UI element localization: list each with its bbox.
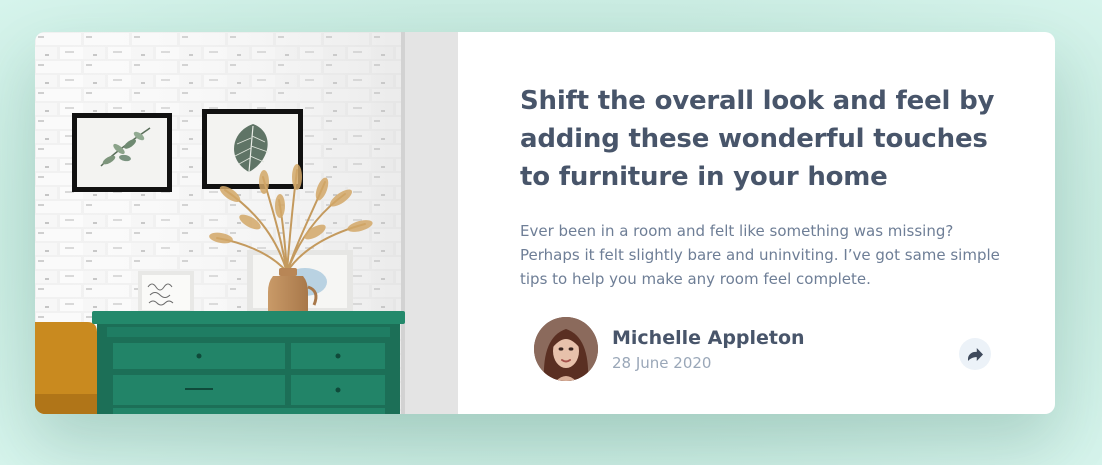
mustard-chair xyxy=(35,322,97,414)
share-button[interactable] xyxy=(959,338,991,370)
framed-print-left xyxy=(72,113,172,192)
article-preview-card: Shift the overall look and feel by addin… xyxy=(35,32,1055,414)
author-info: Michelle Appleton 28 June 2020 xyxy=(612,325,805,374)
green-cabinet xyxy=(92,311,405,414)
article-content: Shift the overall look and feel by addin… xyxy=(458,32,1055,414)
avatar xyxy=(534,317,598,381)
author-name: Michelle Appleton xyxy=(612,326,805,349)
framed-print-right xyxy=(202,109,303,189)
publish-date: 28 June 2020 xyxy=(612,353,712,372)
share-arrow-icon xyxy=(967,347,983,361)
author-block: Michelle Appleton 28 June 2020 xyxy=(534,317,805,381)
article-title: Shift the overall look and feel by addin… xyxy=(520,86,995,192)
article-excerpt: Ever been in a room and felt like someth… xyxy=(520,222,1000,288)
love-sign-frame xyxy=(138,271,194,314)
article-image xyxy=(35,32,458,414)
